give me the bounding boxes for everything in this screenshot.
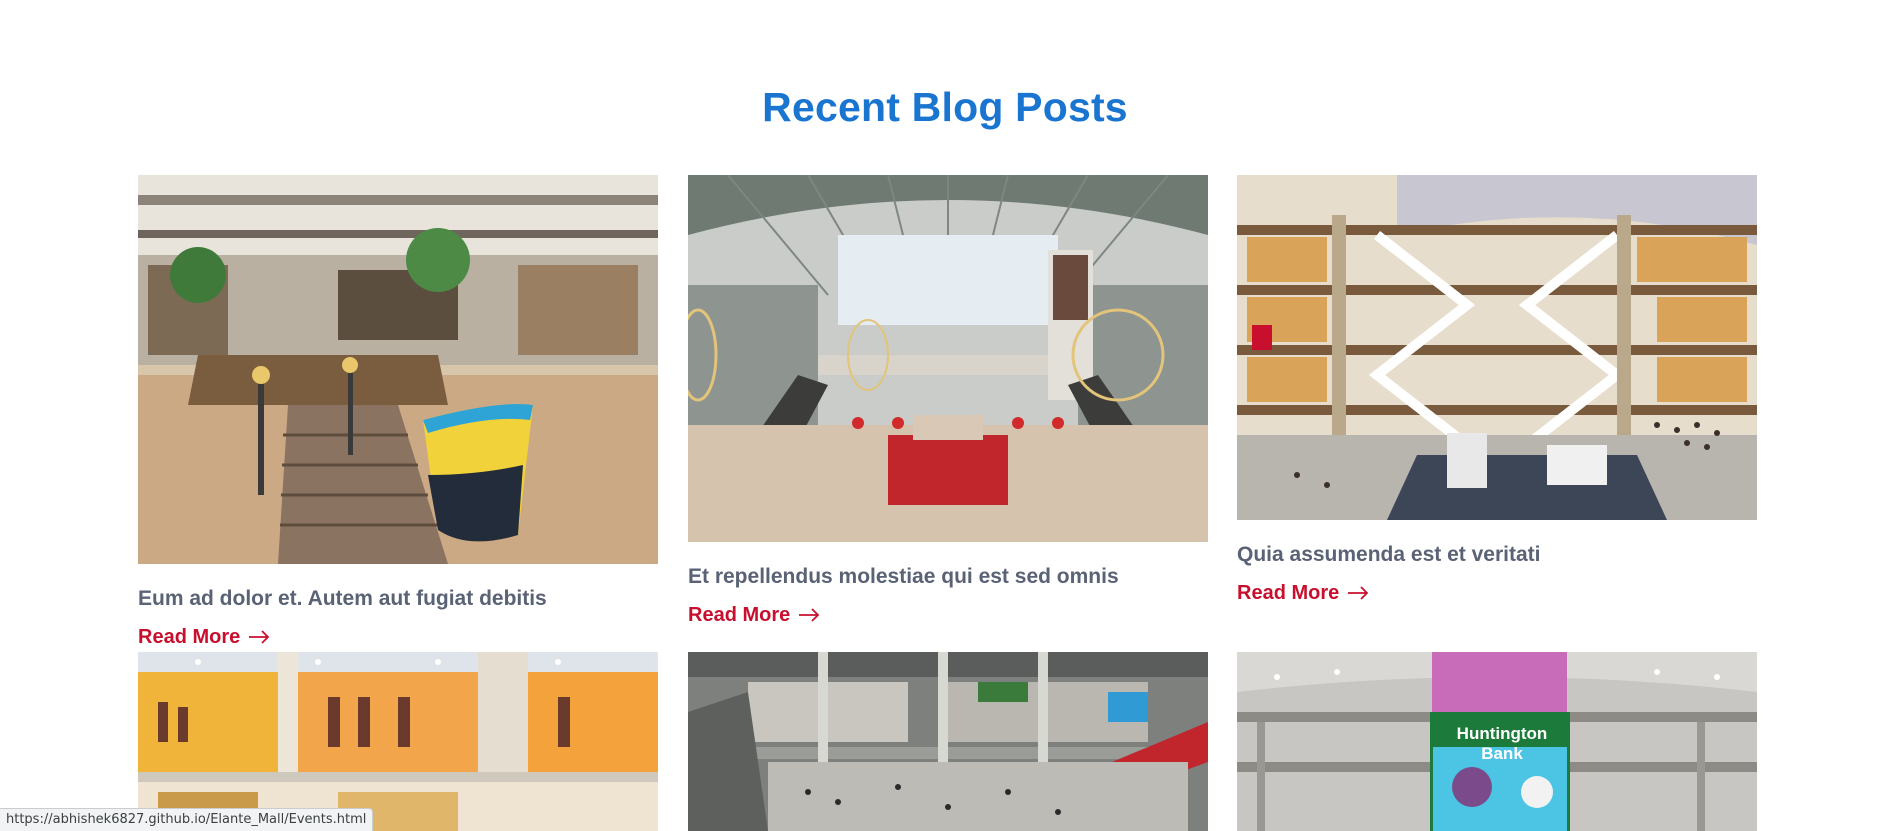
blog-card: Quia assumenda est et veritati Read More — [1237, 175, 1757, 604]
mall-hall-image — [688, 175, 1208, 542]
blog-card-image[interactable] — [138, 175, 658, 564]
blog-card: Et repellendus molestiae qui est sed omn… — [688, 175, 1208, 626]
blog-card-image[interactable] — [688, 175, 1208, 542]
mall-storefronts-image — [138, 652, 658, 831]
blog-card: Huntington Bank — [1237, 652, 1757, 831]
arrow-right-icon — [249, 630, 270, 644]
section-title: Recent Blog Posts — [762, 84, 1128, 130]
blog-card-title[interactable]: Eum ad dolor et. Autem aut fugiat debiti… — [138, 586, 658, 611]
read-more-link[interactable]: Read More — [688, 605, 820, 625]
blog-card-image[interactable] — [138, 652, 658, 831]
read-more-label: Read More — [138, 626, 241, 649]
mall-interior-image — [688, 652, 1208, 831]
mall-bank-screen-image — [1237, 652, 1757, 831]
blog-card — [138, 652, 658, 831]
multi-level-mall-image — [1237, 175, 1757, 520]
blog-card-image[interactable] — [1237, 175, 1757, 520]
mall-atrium-image — [138, 175, 658, 564]
blog-card: Eum ad dolor et. Autem aut fugiat debiti… — [138, 175, 658, 648]
read-more-label: Read More — [688, 604, 791, 627]
blog-card-image[interactable] — [688, 652, 1208, 831]
read-more-link[interactable]: Read More — [138, 627, 270, 647]
blog-card — [688, 652, 1208, 831]
browser-status-url: https://abhishek6827.github.io/Elante_Ma… — [0, 808, 374, 831]
blog-card-title[interactable]: Quia assumenda est et veritati — [1237, 542, 1757, 567]
read-more-link[interactable]: Read More — [1237, 583, 1369, 603]
blog-card-image[interactable]: Huntington Bank — [1237, 652, 1757, 831]
read-more-label: Read More — [1237, 582, 1340, 605]
arrow-right-icon — [1348, 586, 1369, 600]
blog-section: Recent Blog Posts Eum ad dolor et. Autem… — [0, 0, 1890, 831]
blog-card-title[interactable]: Et repellendus molestiae qui est sed omn… — [688, 564, 1208, 589]
arrow-right-icon — [799, 608, 820, 622]
